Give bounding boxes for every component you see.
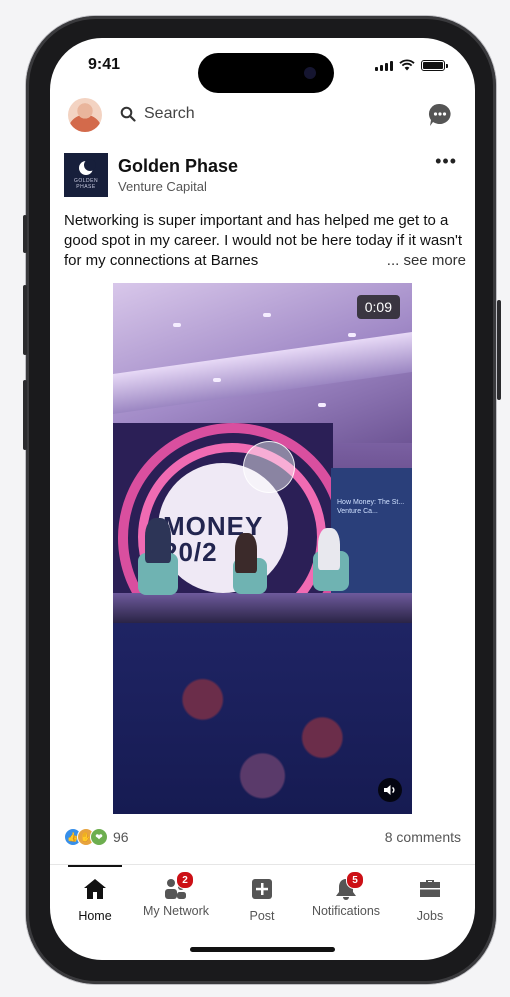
reaction-count: 96 xyxy=(113,829,129,845)
post-icon xyxy=(252,879,272,899)
post-header: GOLDEN PHASE Golden Phase Venture Capita… xyxy=(64,151,461,203)
company-logo[interactable]: GOLDEN PHASE xyxy=(64,153,108,197)
messaging-icon[interactable] xyxy=(427,102,453,128)
dynamic-island xyxy=(198,53,334,93)
nav-label: Jobs xyxy=(416,909,444,923)
nav-label: Notifications xyxy=(311,904,381,918)
top-bar: Search xyxy=(68,98,457,138)
reaction-summary[interactable]: 👍 ✋ ❤ 96 xyxy=(64,828,129,846)
company-name[interactable]: Golden Phase xyxy=(118,156,238,177)
screen-text: How Money: The St... Venture Ca... xyxy=(337,499,405,515)
nav-home[interactable]: Home xyxy=(72,877,118,923)
more-options-icon[interactable]: ••• xyxy=(435,151,457,172)
sound-icon[interactable] xyxy=(378,778,402,802)
avatar[interactable] xyxy=(68,98,102,132)
nav-label: Post xyxy=(249,909,275,923)
screen: 9:41 Search GOLDEN PHASE Golden Phase Ve… xyxy=(50,38,475,960)
stage xyxy=(113,593,412,623)
post-video[interactable]: MONEY 20/2 How Money: The St... Venture … xyxy=(113,283,412,814)
notifications-badge: 5 xyxy=(346,871,364,889)
logo-text: GOLDEN PHASE xyxy=(73,177,99,190)
nav-notifications[interactable]: 5 Notifications xyxy=(302,871,390,918)
status-icons xyxy=(375,59,448,71)
side-button xyxy=(23,285,27,355)
company-subtitle: Venture Capital xyxy=(118,179,207,194)
side-button xyxy=(23,380,27,450)
search-bar[interactable]: Search xyxy=(120,105,195,123)
battery-icon xyxy=(421,60,448,71)
wifi-icon xyxy=(399,59,415,71)
nav-label: Home xyxy=(78,909,112,923)
nav-my-network[interactable]: 2 My Network xyxy=(136,871,216,918)
nav-label: My Network xyxy=(143,904,209,918)
active-tab-indicator xyxy=(68,865,122,867)
network-badge: 2 xyxy=(176,871,194,889)
video-duration: 0:09 xyxy=(356,295,400,319)
see-more-link[interactable]: ... see more xyxy=(382,251,466,271)
side-button xyxy=(497,300,501,400)
support-icon: ❤ xyxy=(90,828,108,846)
moon-icon xyxy=(79,158,96,175)
nav-jobs[interactable]: Jobs xyxy=(410,877,450,923)
status-time: 9:41 xyxy=(88,56,121,73)
comments-count[interactable]: 8 comments xyxy=(385,829,461,845)
side-button xyxy=(23,215,27,253)
bottom-nav: Home 2 My Network Post 5 Notifications J… xyxy=(50,864,475,925)
signal-icon xyxy=(375,61,393,71)
touch-indicator xyxy=(243,441,295,493)
home-indicator[interactable] xyxy=(190,947,335,952)
briefcase-icon xyxy=(420,880,440,897)
carpet xyxy=(113,623,412,814)
search-icon xyxy=(120,106,136,122)
search-input[interactable]: Search xyxy=(144,105,195,123)
home-icon xyxy=(84,879,106,899)
post-text: Networking is super important and has he… xyxy=(64,211,466,271)
nav-post[interactable]: Post xyxy=(242,877,282,923)
